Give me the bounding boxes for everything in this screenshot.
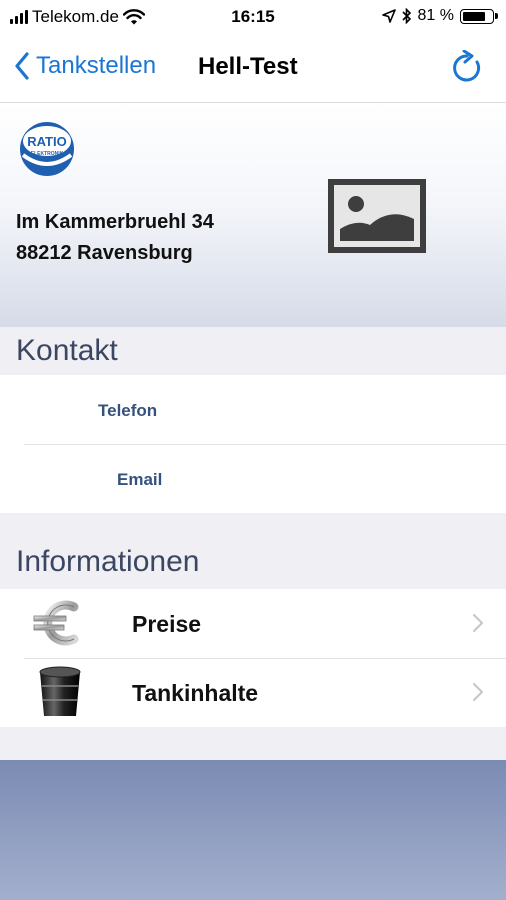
section-title-info: Informationen	[16, 545, 200, 578]
phone-row[interactable]: Telefon	[0, 375, 506, 444]
svg-text:RATIO: RATIO	[27, 134, 66, 149]
status-right: 81 %	[381, 7, 498, 25]
tank-levels-row[interactable]: Tankinhalte	[0, 658, 506, 727]
prices-row[interactable]: Preise	[0, 589, 506, 658]
info-group: Preise Tankinhalte	[0, 589, 506, 727]
email-row[interactable]: Email	[0, 444, 506, 513]
navigation-bar: Tankstellen Hell-Test	[0, 36, 506, 103]
svg-text:ELEKTRONIK: ELEKTRONIK	[31, 151, 64, 157]
tank-icon	[39, 666, 81, 716]
location-icon	[381, 9, 396, 23]
chevron-right-icon	[472, 613, 484, 633]
station-header: RATIO ELEKTRONIK Im Kammerbruehl 34 8821…	[0, 103, 506, 327]
address-city: 88212 Ravensburg	[16, 242, 193, 264]
contact-group: Telefon Email	[0, 375, 506, 513]
phone-label: Telefon	[98, 401, 158, 420]
email-label: Email	[117, 470, 163, 489]
prices-label: Preise	[132, 611, 202, 637]
address-street: Im Kammerbruehl 34	[16, 211, 214, 233]
bluetooth-icon	[401, 8, 411, 24]
refresh-icon	[453, 49, 481, 82]
chevron-left-icon	[15, 52, 29, 80]
ratio-logo: RATIO ELEKTRONIK	[20, 122, 74, 176]
euro-icon	[33, 600, 79, 646]
battery-percent: 81 %	[417, 7, 454, 24]
back-button-label: Tankstellen	[36, 52, 157, 79]
station-address: Im Kammerbruehl 34 88212 Ravensburg	[16, 207, 214, 269]
footer-band	[0, 760, 506, 900]
back-button[interactable]: Tankstellen	[14, 52, 156, 80]
tank-levels-label: Tankinhalte	[132, 680, 259, 706]
section-title-contact: Kontakt	[16, 334, 118, 367]
battery-icon	[460, 8, 498, 24]
refresh-button[interactable]	[450, 49, 484, 91]
chevron-right-icon	[472, 682, 484, 702]
page-title: Hell-Test	[198, 53, 298, 80]
image-placeholder-icon	[328, 179, 426, 253]
status-bar: Telekom.de 16:15 81 %	[0, 0, 506, 36]
